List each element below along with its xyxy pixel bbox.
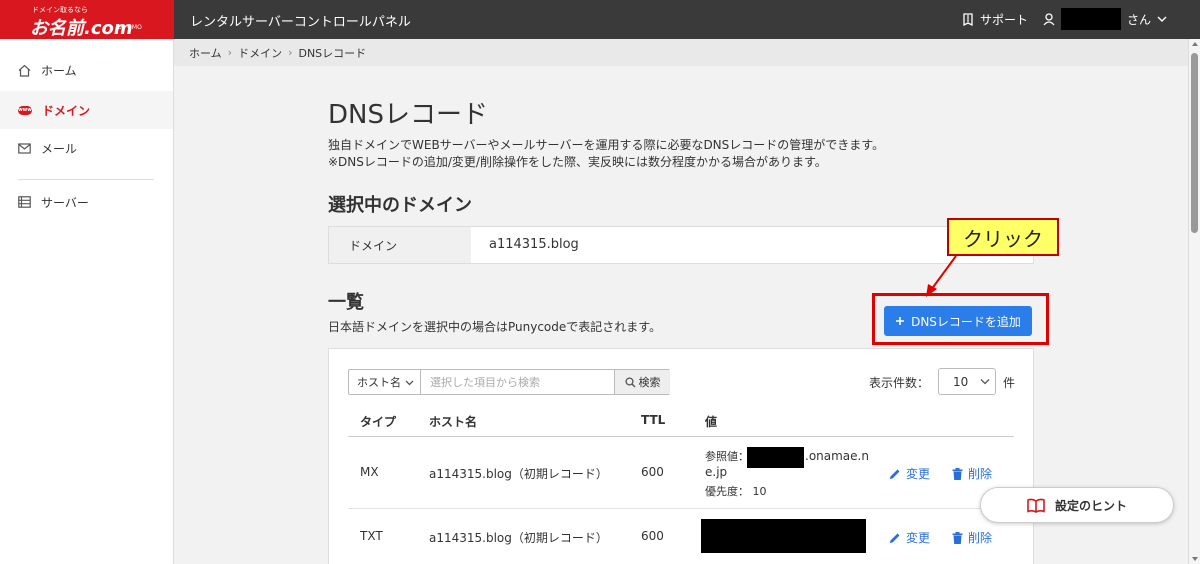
logo-sub: by GMO — [118, 24, 142, 31]
scroll-up-arrow-icon[interactable] — [1192, 42, 1198, 46]
domain-label: ドメイン — [329, 227, 471, 263]
app-title: レンタルサーバーコントロールパネル — [190, 15, 411, 30]
page-description: 独自ドメインでWEBサーバーやメールサーバーを運用する際に必要なDNSレコードの… — [328, 138, 885, 152]
page-size-label: 表示件数： — [869, 376, 930, 390]
dns-record-list: ホスト名 検索 表示件数： 10 件 タイプ ホスト名 TTL 値 MX a11… — [328, 348, 1034, 564]
list-heading: 一覧 — [328, 292, 364, 313]
edit-button[interactable]: 変更 — [889, 465, 930, 482]
scroll-down-arrow-icon[interactable] — [1192, 557, 1198, 561]
redacted-value — [747, 447, 804, 468]
sidebar-item-label: ドメイン — [42, 103, 91, 118]
record-type: MX — [360, 465, 379, 479]
sidebar-item-label: メール — [41, 141, 78, 156]
page-size-value: 10 — [953, 374, 969, 389]
redacted-username — [1061, 8, 1121, 30]
edit-button[interactable]: 変更 — [889, 529, 930, 546]
top-bar: ドメイン取るなら お名前.com by GMO レンタルサーバーコントロールパネ… — [0, 0, 1200, 39]
search-field-label: ホスト名 — [357, 376, 401, 389]
sidebar-item-label: ホーム — [41, 63, 77, 78]
delete-label: 削除 — [968, 467, 993, 481]
search-button-label: 検索 — [638, 376, 661, 389]
trash-icon — [952, 531, 963, 544]
breadcrumb-separator: › — [227, 46, 233, 59]
home-icon — [18, 64, 31, 77]
chevron-down-icon — [980, 379, 990, 385]
page-size-unit: 件 — [1003, 376, 1016, 390]
page-size-select[interactable]: 10 — [938, 368, 996, 395]
edit-label: 変更 — [906, 531, 931, 545]
breadcrumb-domain[interactable]: ドメイン — [238, 45, 282, 61]
callout-arrow — [926, 255, 957, 297]
domain-value: a114315.blog — [489, 237, 579, 252]
chevron-down-icon — [405, 380, 414, 385]
column-header-host: ホスト名 — [429, 415, 478, 429]
onamae-logo[interactable]: ドメイン取るなら お名前.com by GMO — [0, 0, 174, 39]
column-header-value: 値 — [705, 415, 718, 429]
selected-domain-heading: 選択中のドメイン — [328, 195, 472, 216]
search-input[interactable] — [422, 370, 614, 394]
breadcrumb-home[interactable]: ホーム — [189, 45, 222, 61]
sidebar-item-label: サーバー — [41, 195, 89, 210]
trash-icon — [952, 467, 963, 480]
column-header-ttl: TTL — [641, 413, 666, 427]
record-type: TXT — [360, 529, 383, 543]
record-ref-line2: e.jp — [705, 465, 728, 479]
sidebar-divider — [18, 179, 154, 180]
pencil-icon — [890, 533, 900, 543]
search-icon — [624, 376, 635, 387]
support-label: サポート — [980, 13, 1029, 27]
page-notice: ※DNSレコードの追加/変更/削除操作をした際、実反映には数分程度かかる場合があ… — [328, 155, 827, 169]
edit-label: 変更 — [906, 467, 931, 481]
setup-hint-button[interactable]: 設定のヒント — [980, 487, 1174, 523]
redacted-value — [701, 519, 866, 553]
page-scrollbar[interactable] — [1188, 39, 1200, 564]
click-callout: クリック — [947, 218, 1059, 256]
delete-button[interactable]: 削除 — [952, 529, 992, 546]
page-title: DNSレコード — [328, 100, 488, 130]
support-link[interactable]: サポート — [962, 11, 1028, 28]
scrollbar-thumb[interactable] — [1191, 53, 1198, 233]
pencil-icon — [890, 469, 900, 479]
breadcrumb-current: DNSレコード — [298, 46, 367, 60]
search-button[interactable]: 検索 — [614, 370, 670, 394]
breadcrumb: ホーム › ドメイン › DNSレコード — [174, 39, 1188, 66]
open-book-icon — [1027, 498, 1045, 513]
record-ttl: 600 — [641, 529, 664, 543]
domain-badge-icon: www — [18, 105, 32, 115]
mail-icon — [18, 142, 31, 154]
search-bar: ホスト名 検索 — [348, 369, 670, 395]
search-field-select[interactable]: ホスト名 — [349, 370, 421, 394]
delete-button[interactable]: 削除 — [952, 465, 992, 482]
sidebar-item-server[interactable]: サーバー — [0, 183, 173, 221]
sidebar: ホーム www ドメイン メール サーバー — [0, 39, 174, 564]
record-host: a114315.blog（初期レコード） — [429, 531, 608, 545]
column-header-type: タイプ — [360, 415, 397, 429]
user-suffix: さん — [1127, 12, 1152, 27]
user-icon — [1043, 12, 1055, 25]
record-ref-label: 参照値： — [705, 450, 749, 463]
setup-hint-label: 設定のヒント — [1054, 498, 1127, 513]
sidebar-item-mail[interactable]: メール — [0, 129, 173, 167]
record-ttl: 600 — [641, 465, 664, 479]
sidebar-item-domain[interactable]: www ドメイン — [0, 91, 173, 129]
chevron-down-icon — [1157, 16, 1167, 22]
delete-label: 削除 — [968, 531, 993, 545]
sidebar-item-home[interactable]: ホーム — [0, 51, 173, 89]
user-menu[interactable]: さん — [1043, 8, 1167, 30]
table-header-divider — [348, 436, 1014, 437]
highlight-box — [872, 293, 1049, 345]
breadcrumb-separator: › — [288, 46, 293, 59]
server-icon — [18, 196, 31, 208]
record-host: a114315.blog（初期レコード） — [429, 467, 608, 481]
record-ref-suffix: .onamae.n — [805, 449, 869, 463]
punycode-note: 日本語ドメインを選択中の場合はPunycodeで表記されます。 — [328, 320, 662, 334]
row-divider — [348, 508, 1014, 509]
support-book-icon — [963, 13, 973, 26]
record-priority: 優先度： 10 — [705, 485, 767, 498]
